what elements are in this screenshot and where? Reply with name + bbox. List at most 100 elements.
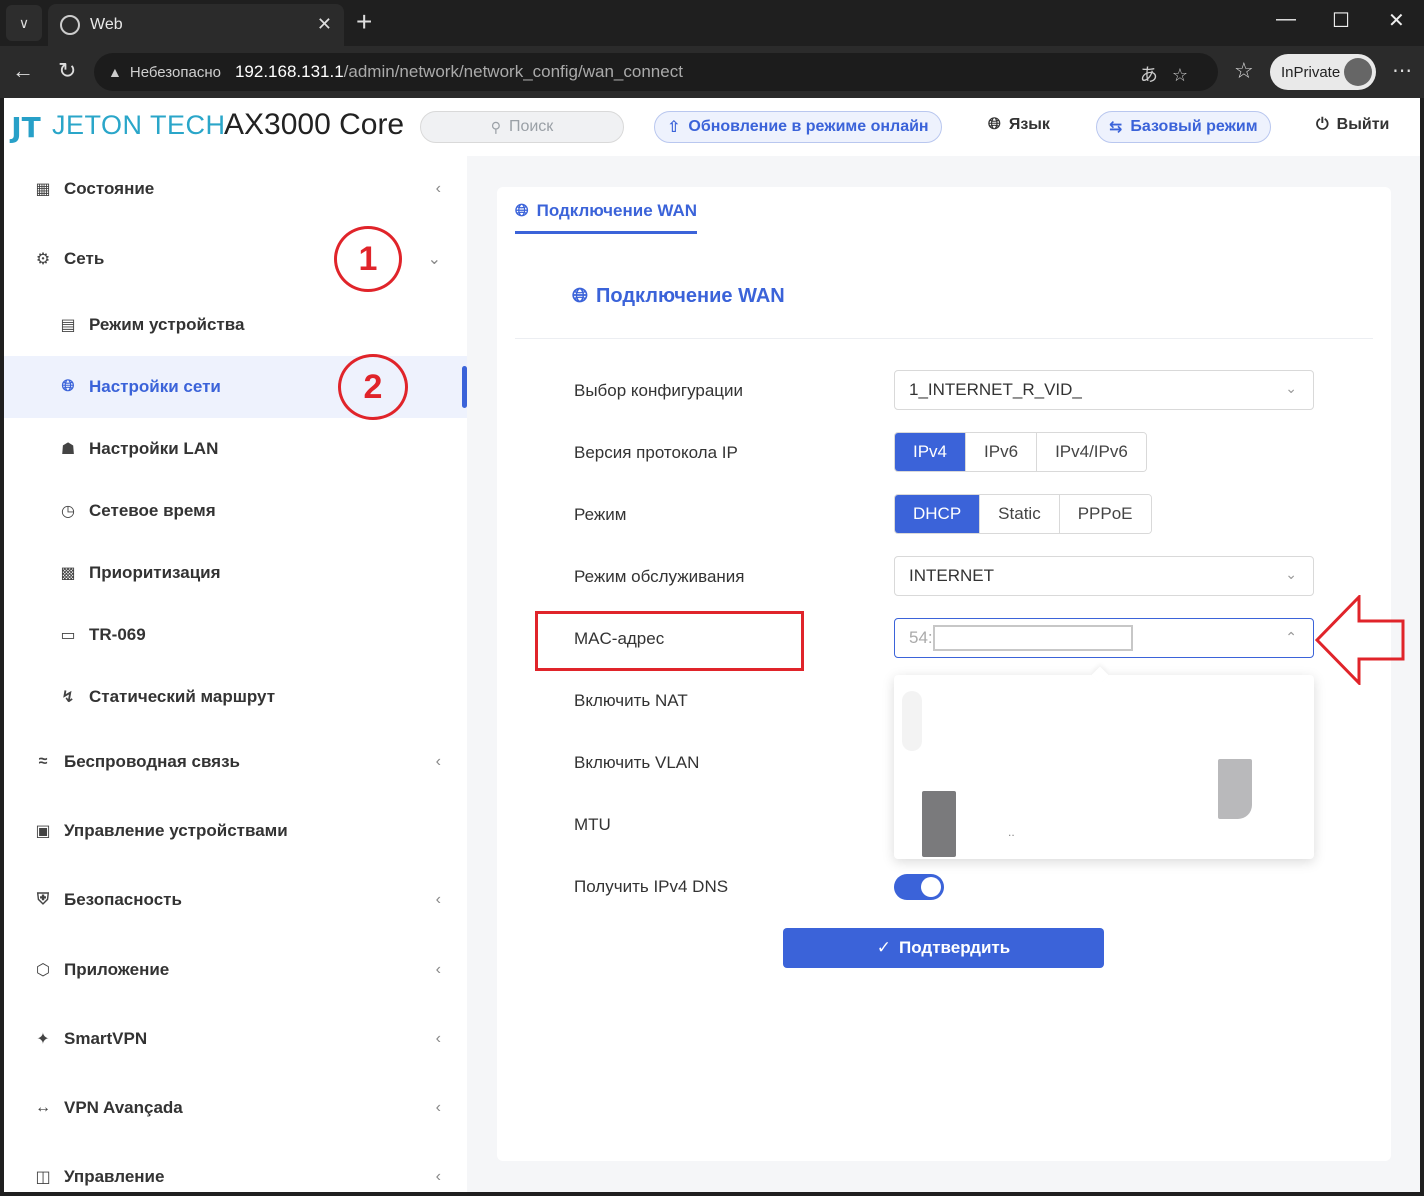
- chevron-left-icon: ‹: [435, 753, 441, 770]
- sidebar-item-device-management[interactable]: ▣ Управление устройствами: [4, 800, 467, 862]
- tab-actions-button[interactable]: ∨: [6, 5, 42, 41]
- cube-icon: ⬡: [36, 962, 50, 979]
- toolbox-icon: ◫: [35, 1169, 51, 1186]
- check-icon: ✓: [876, 938, 892, 957]
- basic-mode-label: Базовый режим: [1130, 118, 1258, 135]
- sidebar-item-label: Настройки LAN: [89, 439, 219, 458]
- redaction-box: [933, 625, 1133, 651]
- globe-icon: 🌐︎: [988, 116, 1001, 133]
- language-button[interactable]: 🌐︎ Язык: [988, 116, 1050, 134]
- sidebar-item-label: Приоритизация: [89, 563, 221, 582]
- sidebar-item-label: Статический маршрут: [89, 687, 276, 706]
- tab-label: Подключение WAN: [536, 201, 698, 220]
- translate-favorite-icons[interactable]: あ☆: [1140, 61, 1202, 87]
- sidebar-item-label: Беспроводная связь: [64, 752, 240, 771]
- basic-mode-button[interactable]: ⇆ Базовый режим: [1096, 111, 1271, 143]
- browser-toolbar: ← ↻ ▲ Небезопасно 192.168.131.1/admin/ne…: [0, 46, 1424, 98]
- section-title: 🌐︎ Подключение WAN: [572, 285, 785, 308]
- sidebar-item-vpn-advanced[interactable]: ↔ VPN Avançada ‹: [4, 1077, 467, 1139]
- globe-icon: [60, 15, 80, 35]
- sidebar-item-lan-settings[interactable]: ☗ Настройки LAN: [4, 418, 467, 480]
- mode-dhcp[interactable]: DHCP: [895, 495, 981, 533]
- sidebar-item-label: TR-069: [89, 625, 146, 644]
- close-tab-icon[interactable]: ✕: [317, 14, 332, 35]
- label-config-select: Выбор конфигурации: [574, 381, 744, 400]
- chevron-left-icon: ‹: [435, 961, 441, 978]
- sidebar-item-label: Сетевое время: [89, 501, 216, 520]
- chevron-left-icon: ‹: [435, 1168, 441, 1185]
- sidebar-item-tr069[interactable]: ▭ TR-069: [4, 604, 467, 666]
- search-icon: ⚲: [490, 118, 501, 135]
- new-tab-button[interactable]: +: [356, 6, 372, 38]
- code-arrows-icon: ↔: [35, 1099, 51, 1116]
- chevron-left-icon: ‹: [435, 180, 441, 197]
- sidebar-item-static-route[interactable]: ↯ Статический маршрут: [4, 666, 467, 728]
- sidebar-item-application[interactable]: ⬡ Приложение ‹: [4, 939, 467, 1001]
- annotation-step-1: 1: [334, 226, 402, 292]
- window-bottom-edge: [4, 1192, 1420, 1196]
- online-update-button[interactable]: ⇧ Обновление в режиме онлайн: [654, 111, 942, 143]
- chevron-down-icon: ⌄: [427, 251, 441, 268]
- url-host: 192.168.131.1: [234, 62, 344, 81]
- annotation-arrow-icon: [1315, 595, 1405, 685]
- sidebar-item-management[interactable]: ◫ Управление ‹: [4, 1146, 467, 1192]
- sidebar-item-smartvpn[interactable]: ✦ SmartVPN ‹: [4, 1008, 467, 1070]
- sidebar-item-label: Состояние: [64, 179, 155, 198]
- sidebar-item-label: Безопасность: [64, 890, 182, 909]
- sidebar-item-wireless[interactable]: ≈ Беспроводная связь ‹: [4, 731, 467, 793]
- mac-address-value: 54:: [909, 628, 933, 647]
- reload-icon[interactable]: ↻: [58, 58, 76, 84]
- mode-pppoe[interactable]: PPPoE: [1059, 495, 1151, 533]
- ip-version-dual[interactable]: IPv4/IPv6: [1037, 433, 1146, 471]
- blurred-option: [902, 691, 922, 751]
- favorites-icon[interactable]: ☆: [1234, 58, 1254, 84]
- sidebar-item-security[interactable]: ⛨ Безопасность ‹: [4, 869, 467, 931]
- search-input[interactable]: ⚲ Поиск: [420, 111, 624, 143]
- service-mode-value: INTERNET: [909, 566, 994, 585]
- label-mtu: MTU: [574, 815, 611, 834]
- label-mode: Режим: [574, 505, 627, 524]
- more-icon[interactable]: ⋯: [1392, 58, 1412, 83]
- brand-name: JETON TECH: [52, 110, 226, 140]
- toggle-knob: [921, 877, 941, 897]
- plug-icon: ✦: [36, 1031, 50, 1048]
- logout-button[interactable]: ⏻ Выйти: [1316, 116, 1389, 134]
- mac-address-dropdown[interactable]: ..: [894, 666, 1314, 859]
- network-icon: ⚙: [35, 251, 51, 268]
- sidebar-item-status[interactable]: ▦ Состояние ‹: [4, 158, 467, 220]
- sidebar-item-label: VPN Avançada: [64, 1098, 183, 1117]
- ip-version-ipv4[interactable]: IPv4: [895, 433, 967, 471]
- service-mode-select[interactable]: INTERNET ⌄: [894, 556, 1314, 596]
- sidebar-item-prioritization[interactable]: ▩ Приоритизация: [4, 542, 467, 604]
- tab-wan-connection[interactable]: 🌐︎ Подключение WAN: [515, 201, 698, 234]
- ipv4-dns-toggle[interactable]: [894, 874, 944, 900]
- browser-tab[interactable]: Web ✕: [48, 4, 344, 46]
- section-title-text: Подключение WAN: [596, 285, 785, 307]
- mode-static[interactable]: Static: [980, 495, 1060, 533]
- ip-version-ipv6[interactable]: IPv6: [966, 433, 1038, 471]
- maximize-button[interactable]: ☐: [1332, 8, 1350, 33]
- mac-address-select[interactable]: 54: ⌃: [894, 618, 1314, 658]
- minimize-button[interactable]: —: [1276, 8, 1296, 31]
- security-label: Небезопасно: [129, 63, 221, 81]
- confirm-button[interactable]: ✓ Подтвердить: [783, 928, 1104, 968]
- sidebar-item-label: Режим устройства: [89, 315, 245, 334]
- globe-icon: 🌐︎: [572, 285, 588, 307]
- label-ipv4-dns: Получить IPv4 DNS: [574, 877, 729, 896]
- label-nat: Включить NAT: [574, 691, 688, 710]
- sidebar-item-label: Управление: [64, 1167, 165, 1186]
- chevron-up-icon: ⌃: [1285, 629, 1297, 645]
- sidebar-item-network-time[interactable]: ◷ Сетевое время: [4, 480, 467, 542]
- chevron-left-icon: ‹: [435, 891, 441, 908]
- inprivate-badge[interactable]: InPrivate: [1270, 54, 1376, 90]
- sidebar-item-device-mode[interactable]: ▤ Режим устройства: [4, 294, 467, 356]
- back-icon[interactable]: ←: [12, 58, 34, 84]
- config-select[interactable]: 1_INTERNET_R_VID_ ⌄: [894, 370, 1314, 410]
- dashboard-icon: ▦: [35, 181, 51, 198]
- annotation-step-2: 2: [338, 354, 408, 420]
- sidebar: ▦ Состояние ‹ ⚙ Сеть ⌄ ▤ Режим устройств…: [4, 156, 467, 1192]
- close-window-button[interactable]: ✕: [1388, 8, 1405, 33]
- router-icon: ▤: [60, 317, 76, 334]
- address-bar[interactable]: ▲ Небезопасно 192.168.131.1/admin/networ…: [94, 53, 1218, 91]
- sidebar-item-label: Сеть: [64, 249, 105, 268]
